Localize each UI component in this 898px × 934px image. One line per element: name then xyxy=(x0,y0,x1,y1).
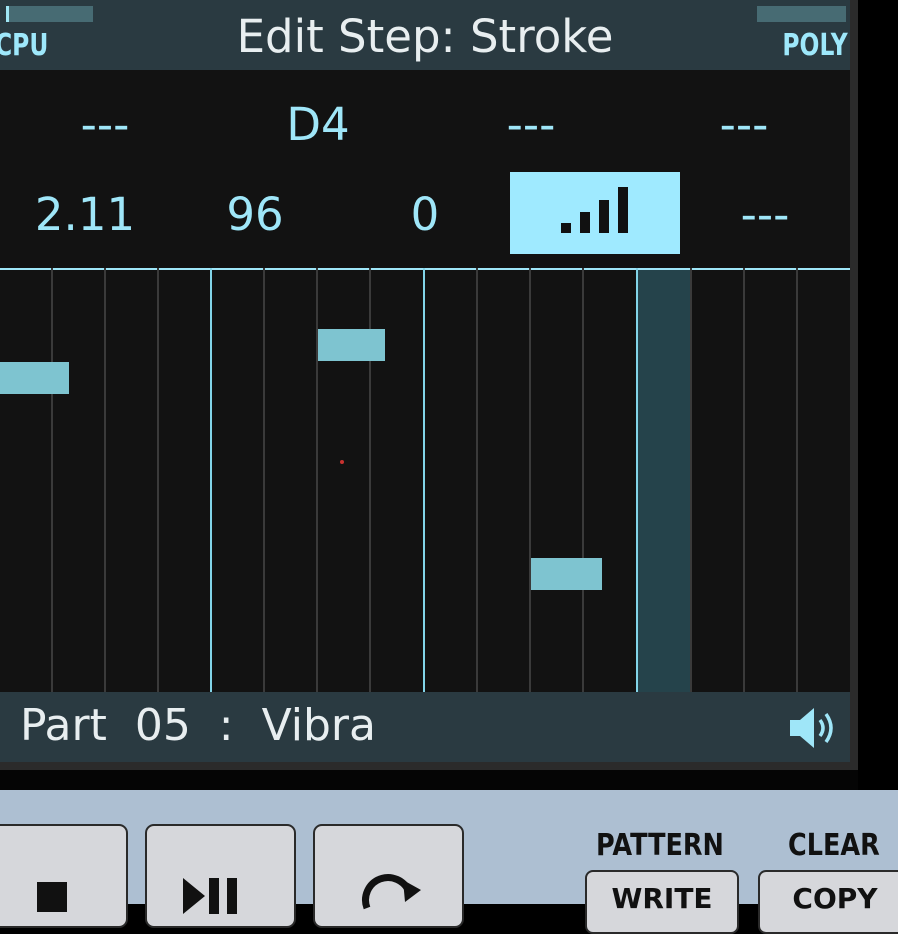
write-label: WRITE xyxy=(611,882,713,915)
note-block[interactable] xyxy=(0,362,69,394)
footer-bar: Part 05 : Vibra xyxy=(0,692,850,762)
grid-line xyxy=(743,268,745,692)
param-offset[interactable]: 0 xyxy=(340,188,510,241)
grid-line xyxy=(263,268,265,692)
device-edge xyxy=(858,0,898,790)
copy-label: COPY xyxy=(792,882,878,915)
page-title: Edit Step: Stroke xyxy=(236,10,614,63)
param-row1-1[interactable]: --- xyxy=(20,98,190,151)
copy-button[interactable]: COPY xyxy=(758,870,898,934)
control-panel: PATTERN CLEAR WRITE COPY xyxy=(0,790,898,934)
grid-line-major xyxy=(210,268,212,692)
pattern-label: PATTERN xyxy=(596,828,724,863)
grid-line xyxy=(51,268,53,692)
clear-label: CLEAR xyxy=(788,828,880,863)
loop-button[interactable] xyxy=(313,824,464,928)
param-row1-4[interactable]: --- xyxy=(659,98,829,151)
param-gate[interactable]: 2.11 xyxy=(0,188,170,241)
screen-bezel xyxy=(0,762,858,770)
play-pause-icon xyxy=(183,878,237,914)
grid-line xyxy=(157,268,159,692)
note-block[interactable] xyxy=(318,329,385,361)
part-label[interactable]: Part 05 : Vibra xyxy=(20,700,376,751)
param-note[interactable]: D4 xyxy=(233,98,403,151)
cursor-marker xyxy=(340,460,344,464)
write-button[interactable]: WRITE xyxy=(585,870,739,934)
sequencer-screen: CPU Edit Step: Stroke POLY --- D4 --- --… xyxy=(0,0,850,762)
grid-line-major xyxy=(423,268,425,692)
grid-line xyxy=(582,268,584,692)
step-grid[interactable] xyxy=(0,268,850,692)
param-row1-3[interactable]: --- xyxy=(446,98,616,151)
poly-meter xyxy=(757,6,846,22)
grid-line xyxy=(529,268,531,692)
grid-top-line xyxy=(0,268,850,270)
grid-line xyxy=(104,268,106,692)
screen-bezel xyxy=(850,0,858,770)
speaker-icon[interactable] xyxy=(788,704,840,752)
grid-line-major xyxy=(636,268,638,692)
device-gap xyxy=(0,770,858,790)
loop-icon xyxy=(362,874,421,910)
grid-line xyxy=(796,268,798,692)
poly-label: POLY xyxy=(782,28,848,63)
note-block[interactable] xyxy=(531,558,602,590)
header-bar: CPU Edit Step: Stroke POLY xyxy=(0,0,850,70)
param-velocity[interactable]: 96 xyxy=(170,188,340,241)
grid-line xyxy=(690,268,692,692)
play-pause-button[interactable] xyxy=(145,824,296,928)
stop-icon xyxy=(37,882,67,912)
param-row2-5[interactable]: --- xyxy=(680,188,850,241)
grid-line xyxy=(476,268,478,692)
playhead-column xyxy=(638,270,691,692)
stop-button[interactable] xyxy=(0,824,128,928)
strength-selector[interactable] xyxy=(510,172,680,254)
